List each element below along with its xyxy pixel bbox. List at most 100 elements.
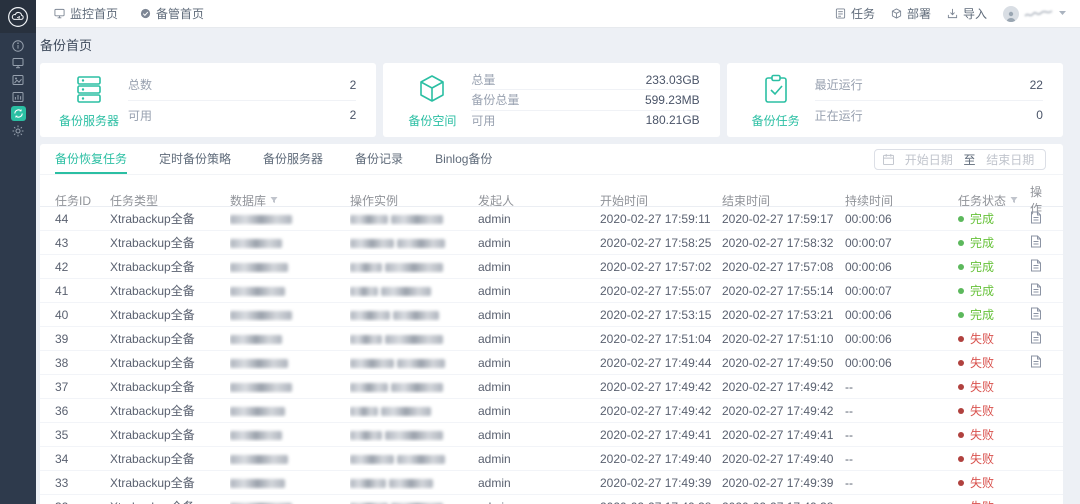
- status-dot: [958, 264, 964, 270]
- cell-database-redacted: [230, 284, 350, 298]
- cell-instance-redacted: [350, 500, 478, 504]
- tab-0[interactable]: 备份恢复任务: [55, 144, 127, 174]
- topbar-action-1[interactable]: 部署: [891, 5, 931, 22]
- cell-duration: 00:00:07: [845, 236, 958, 250]
- info-icon: [11, 38, 26, 53]
- log-button[interactable]: [1030, 211, 1042, 224]
- caret-down-icon: [1059, 11, 1066, 16]
- log-button[interactable]: [1030, 283, 1042, 296]
- sidebar-item-instances[interactable]: [0, 71, 36, 88]
- cell-status: 失败: [958, 402, 1030, 419]
- cell-task-type: Xtrabackup全备: [110, 402, 230, 419]
- sidebar-item-settings[interactable]: [0, 122, 36, 139]
- cell-actions: [1030, 211, 1048, 227]
- card-row: 总量 233.03GB: [471, 70, 699, 89]
- cell-initiator: admin: [478, 476, 600, 490]
- cell-task-id: 34: [55, 452, 110, 466]
- cell-initiator: admin: [478, 356, 600, 370]
- cell-start-time: 2020-02-27 17:49:39: [600, 476, 722, 490]
- table-row: 37 Xtrabackup全备 admin 2020-02-27 17:49:4…: [40, 375, 1063, 399]
- start-date-placeholder[interactable]: 开始日期: [902, 151, 956, 168]
- cell-instance-redacted: [350, 308, 478, 322]
- column-header-8[interactable]: 任务状态: [958, 192, 1030, 209]
- tab-2[interactable]: 备份服务器: [263, 144, 323, 174]
- tab-3[interactable]: 备份记录: [355, 144, 403, 174]
- column-header-3: 操作实例: [350, 192, 478, 209]
- cell-duration: 00:00:06: [845, 260, 958, 274]
- topbar-action-0[interactable]: 任务: [835, 5, 875, 22]
- table-row: 42 Xtrabackup全备 admin 2020-02-27 17:57:0…: [40, 255, 1063, 279]
- tab-1[interactable]: 定时备份策略: [159, 144, 231, 174]
- cell-task-id: 32: [55, 500, 110, 504]
- filter-icon[interactable]: [270, 196, 278, 204]
- settings-icon: [11, 123, 26, 138]
- tabs-row: 备份恢复任务 定时备份策略 备份服务器 备份记录 Binlog备份 开始日期 至 结束日…: [40, 144, 1063, 175]
- cell-status: 失败: [958, 474, 1030, 491]
- cell-instance-redacted: [350, 260, 478, 274]
- card-label: 备份空间: [408, 112, 456, 129]
- instances-icon: [11, 72, 26, 87]
- cell-task-id: 37: [55, 380, 110, 394]
- cell-database-redacted: [230, 236, 350, 250]
- cell-task-id: 42: [55, 260, 110, 274]
- table-row: 40 Xtrabackup全备 admin 2020-02-27 17:53:1…: [40, 303, 1063, 327]
- card-row-label: 正在运行: [815, 107, 863, 124]
- cell-task-id: 33: [55, 476, 110, 490]
- status-label: 失败: [970, 354, 994, 371]
- cell-start-time: 2020-02-27 17:49:38: [600, 500, 722, 504]
- ops-home-icon: [140, 8, 151, 19]
- sidebar-item-alarm-chart[interactable]: [0, 88, 36, 105]
- cell-task-type: Xtrabackup全备: [110, 330, 230, 347]
- column-header-4: 发起人: [478, 192, 600, 209]
- cell-initiator: admin: [478, 332, 600, 346]
- cell-end-time: 2020-02-27 17:57:08: [722, 260, 845, 274]
- cell-status: 失败: [958, 354, 1030, 371]
- topbar-menu-0[interactable]: 监控首页: [54, 5, 118, 22]
- card-row-value: 180.21GB: [646, 113, 700, 127]
- card-row-value: 599.23MB: [645, 93, 700, 107]
- topbar-menu-label: 监控首页: [70, 5, 118, 22]
- column-label: 持续时间: [845, 192, 893, 209]
- log-button[interactable]: [1030, 235, 1042, 248]
- cell-duration: --: [845, 428, 958, 442]
- cell-status: 失败: [958, 450, 1030, 467]
- status-dot: [958, 456, 964, 462]
- topbar-menu-1[interactable]: 备管首页: [140, 5, 204, 22]
- tab-4[interactable]: Binlog备份: [435, 144, 492, 174]
- end-date-placeholder[interactable]: 结束日期: [984, 151, 1038, 168]
- log-button[interactable]: [1030, 355, 1042, 368]
- cell-duration: --: [845, 404, 958, 418]
- topbar-menus: 监控首页 备管首页: [54, 5, 204, 22]
- cell-start-time: 2020-02-27 17:57:02: [600, 260, 722, 274]
- sidebar-item-monitor[interactable]: [0, 54, 36, 71]
- cell-task-type: Xtrabackup全备: [110, 258, 230, 275]
- date-range-picker[interactable]: 开始日期 至 结束日期: [874, 149, 1046, 170]
- filter-icon[interactable]: [1010, 196, 1018, 204]
- cell-task-type: Xtrabackup全备: [110, 306, 230, 323]
- log-button[interactable]: [1030, 307, 1042, 320]
- topbar-action-label: 部署: [907, 5, 931, 22]
- cell-status: 完成: [958, 234, 1030, 251]
- column-header-2[interactable]: 数据库: [230, 192, 350, 209]
- table-row: 41 Xtrabackup全备 admin 2020-02-27 17:55:0…: [40, 279, 1063, 303]
- topbar-action-2[interactable]: 导入: [947, 5, 987, 22]
- card-rows: 总量 233.03GB 备份总量 599.23MB 可用 180.21GB: [471, 70, 699, 130]
- cell-status: 失败: [958, 498, 1030, 504]
- status-label: 完成: [970, 234, 994, 251]
- table-row: 44 Xtrabackup全备 admin 2020-02-27 17:59:1…: [40, 207, 1063, 231]
- cell-instance-redacted: [350, 380, 478, 394]
- log-button[interactable]: [1030, 259, 1042, 272]
- sidebar-item-info[interactable]: [0, 37, 36, 54]
- server-icon: [72, 72, 106, 109]
- column-header-5: 开始时间: [600, 192, 722, 209]
- main-panel: 备份恢复任务 定时备份策略 备份服务器 备份记录 Binlog备份 开始日期 至 结束日…: [40, 144, 1063, 504]
- sidebar-item-backup[interactable]: [0, 105, 36, 122]
- card-icon-block: 备份任务: [737, 70, 815, 130]
- cell-start-time: 2020-02-27 17:59:11: [600, 212, 722, 226]
- card-row-label: 可用: [128, 107, 152, 124]
- summary-card-1: 备份空间 总量 233.03GB 备份总量 599.23MB 可用 180.21…: [383, 63, 719, 137]
- log-button[interactable]: [1030, 331, 1042, 344]
- user-menu[interactable]: [1003, 6, 1066, 22]
- cell-status: 失败: [958, 378, 1030, 395]
- app-logo-cloud-icon[interactable]: [0, 0, 36, 33]
